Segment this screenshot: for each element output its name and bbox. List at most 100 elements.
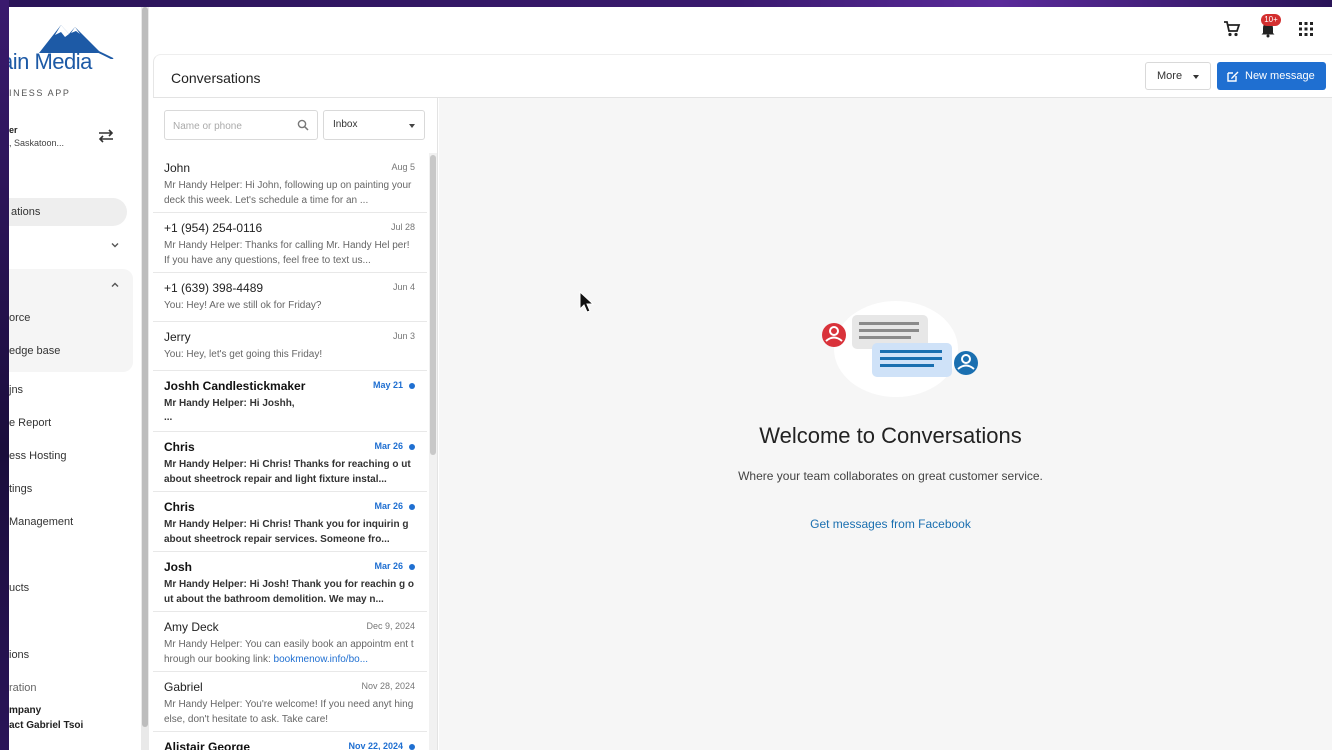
conversation-date: May 21	[372, 380, 403, 390]
conversation-date: Jun 4	[392, 282, 415, 292]
window-frame-top	[0, 0, 1332, 7]
conversation-date: Dec 9, 2024	[366, 621, 415, 631]
conversation-date: Mar 26	[374, 561, 403, 571]
unread-dot	[409, 383, 415, 389]
list-scroll-thumb[interactable]	[430, 155, 436, 455]
app-window: ain Media INESS APP er , Saskatoon... at…	[9, 7, 1332, 750]
list-scrollbar[interactable]	[429, 153, 437, 750]
conversation-date: Nov 28, 2024	[361, 681, 415, 691]
main-empty-state: Welcome to Conversations Where your team…	[439, 98, 1332, 750]
conversation-preview: Mr Handy Helper: Hi Chris! Thank you for…	[164, 519, 409, 545]
conversation-preview: Mr Handy Helper: Hi Joshh,	[164, 398, 295, 409]
sidebar-item-knowledge-base[interactable]: edge base	[9, 337, 60, 365]
conversation-item[interactable]: Josh Mar 26 Mr Handy Helper: Hi Josh! Th…	[153, 552, 427, 612]
conversation-preview-extra: ...	[164, 412, 173, 423]
conversation-item[interactable]: John Aug 5 Mr Handy Helper: Hi John, fol…	[153, 153, 427, 213]
conversation-name: +1 (639) 398-4489	[164, 281, 264, 295]
sidebar-item-administration[interactable]: ration	[9, 674, 37, 702]
conversation-preview: Mr Handy Helper: You can easily book an …	[164, 637, 415, 667]
conversation-preview: Mr Handy Helper: Hi Chris! Thanks for re…	[164, 459, 411, 485]
sidebar-item-conversations[interactable]: ations	[9, 198, 127, 226]
new-message-label: New message	[1245, 70, 1315, 82]
account-name: er	[9, 125, 18, 135]
unread-dot	[409, 744, 415, 750]
conversation-item[interactable]: +1 (954) 254-0116 Jul 28 Mr Handy Helper…	[153, 213, 427, 273]
brand-logo[interactable]: ain Media	[9, 19, 131, 81]
sidebar-item-collapsed[interactable]	[9, 231, 127, 259]
inbox-select-value: Inbox	[333, 119, 358, 130]
conversation-name: John	[164, 161, 191, 175]
conversation-item[interactable]: Amy Deck Dec 9, 2024 Mr Handy Helper: Yo…	[153, 612, 427, 672]
conversation-preview: Mr Handy Helper: Hi Josh! Thank you for …	[164, 579, 415, 605]
cart-icon[interactable]	[1223, 20, 1241, 38]
conversation-item[interactable]: Alistair George Nov 22, 2024	[153, 732, 427, 750]
search-icon[interactable]	[297, 119, 309, 131]
mouse-cursor-icon	[579, 291, 595, 313]
notification-badge: 10+	[1261, 14, 1281, 26]
sidebar-item-workforce[interactable]: orce	[9, 304, 30, 332]
conversation-preview: Mr Handy Helper: Thanks for calling Mr. …	[164, 240, 410, 266]
chevron-up-icon	[111, 282, 119, 287]
conversation-preview: Mr Handy Helper: You're welcome! If you …	[164, 699, 414, 725]
more-button-label: More	[1157, 70, 1183, 82]
caret-down-icon	[409, 124, 415, 128]
sidebar-item-automations[interactable]: ions	[9, 641, 29, 669]
grid-icon[interactable]	[1299, 22, 1313, 36]
conversation-date: Aug 5	[391, 162, 415, 172]
sidebar-item-products[interactable]: ucts	[9, 574, 29, 602]
sidebar: ain Media INESS APP er , Saskatoon... at…	[9, 7, 141, 750]
conversations-illustration-icon	[822, 301, 978, 397]
conversation-list-panel: Inbox John Aug 5 Mr Handy Helper: Hi Joh…	[153, 98, 438, 750]
conversation-date: Jul 28	[390, 222, 415, 232]
search-input[interactable]	[173, 118, 293, 134]
conversations-header: Conversations More New message	[153, 54, 1332, 98]
top-bar	[149, 7, 1332, 53]
sidebar-scroll-thumb[interactable]	[142, 7, 148, 727]
conversation-item[interactable]: Chris Mar 26 Mr Handy Helper: Hi Chris! …	[153, 492, 427, 552]
conversation-name: +1 (954) 254-0116	[164, 221, 263, 235]
facebook-link-text[interactable]: Get messages from Facebook	[810, 517, 971, 531]
conversation-preview: You: Hey, let's get going this Friday!	[164, 349, 323, 360]
welcome-subtitle: Where your team collaborates on great cu…	[738, 469, 1043, 483]
more-button[interactable]: More	[1145, 62, 1211, 90]
conversation-date: Nov 22, 2024	[348, 741, 403, 750]
sidebar-item-report[interactable]: e Report	[9, 409, 51, 437]
booking-link[interactable]: bookmenow.info/bo...	[274, 654, 369, 665]
unread-dot	[409, 504, 415, 510]
sidebar-item-campaigns[interactable]: jns	[9, 376, 23, 404]
sidebar-item-hosting[interactable]: ess Hosting	[9, 442, 66, 470]
inbox-select[interactable]: Inbox	[323, 110, 425, 140]
conversation-item[interactable]: Chris Mar 26 Mr Handy Helper: Hi Chris! …	[153, 432, 427, 492]
brand-subtitle: INESS APP	[9, 88, 71, 98]
conversation-item[interactable]: Joshh Candlestickmaker May 21 Mr Handy H…	[153, 371, 427, 432]
conversation-date: Jun 3	[392, 331, 415, 341]
footer-company[interactable]: mpany	[9, 705, 41, 716]
sidebar-group-header[interactable]	[9, 271, 127, 299]
conversation-item[interactable]: +1 (639) 398-4489 Jun 4 You: Hey! Are we…	[153, 273, 427, 322]
search-box[interactable]	[164, 110, 318, 140]
conversation-item[interactable]: Jerry Jun 3 You: Hey, let's get going th…	[153, 322, 427, 371]
welcome-title: Welcome to Conversations	[759, 423, 1022, 448]
window-frame-left	[0, 0, 9, 750]
unread-dot	[409, 444, 415, 450]
conversation-date: Mar 26	[374, 441, 403, 451]
page-title: Conversations	[171, 70, 261, 86]
chevron-down-icon	[111, 243, 119, 248]
conversation-item[interactable]: Gabriel Nov 28, 2024 Mr Handy Helper: Yo…	[153, 672, 427, 732]
sidebar-item-listings[interactable]: tings	[9, 475, 32, 503]
footer-contact[interactable]: act Gabriel Tsoi	[9, 720, 83, 731]
conversation-date: Mar 26	[374, 501, 403, 511]
conversation-name: Jerry	[164, 330, 191, 344]
sidebar-item-management[interactable]: Management	[9, 508, 73, 536]
brand-name: ain Media	[9, 49, 92, 74]
conversation-preview: You: Hey! Are we still ok for Friday?	[164, 300, 322, 311]
conversation-preview: Mr Handy Helper: Hi John, following up o…	[164, 180, 412, 206]
unread-dot	[409, 564, 415, 570]
switch-account-icon[interactable]	[97, 127, 115, 145]
caret-down-icon	[1193, 75, 1199, 79]
conversation-list: John Aug 5 Mr Handy Helper: Hi John, fol…	[153, 153, 427, 750]
compose-icon	[1227, 71, 1239, 82]
new-message-button[interactable]: New message	[1217, 62, 1326, 90]
sidebar-scrollbar[interactable]	[141, 7, 149, 750]
account-location: , Saskatoon...	[9, 138, 65, 148]
